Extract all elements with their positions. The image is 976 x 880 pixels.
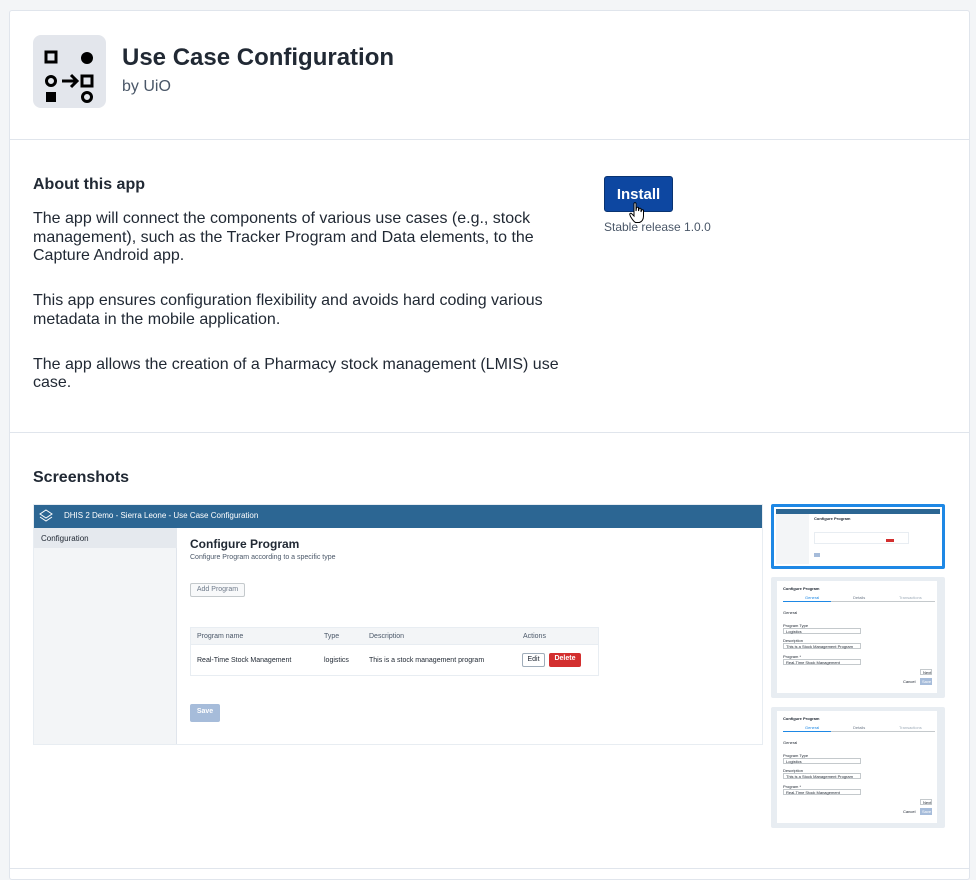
thumb-cancel: Cancel — [903, 809, 916, 814]
app-header: Use Case Configuration by UiO — [10, 11, 969, 140]
thumb-page: Configure Program General Details Transa… — [777, 711, 937, 823]
thumb-tab: Details — [853, 725, 866, 730]
thumb-save: Save — [920, 808, 932, 815]
thumb-next: Next — [920, 669, 932, 675]
cell-type: logistics — [324, 657, 349, 664]
app-description: The app will connect the components of v… — [33, 210, 573, 419]
column-header: Description — [369, 633, 405, 640]
column-header: Program name — [197, 633, 244, 640]
screenshot-thumbnail-1[interactable]: Configure Program — [771, 504, 945, 569]
description-paragraph: The app allows the creation of a Pharmac… — [33, 355, 559, 392]
screenshot-page-subtitle: Configure Program according to a specifi… — [190, 554, 336, 561]
thumb-tab: Transactions — [899, 725, 922, 730]
dhis2-logo-icon — [39, 509, 53, 522]
app-developer: by UiO — [122, 78, 171, 95]
column-header: Actions — [523, 633, 546, 640]
dhis-header-bar: DHIS 2 Demo - Sierra Leone - Use Case Co… — [34, 505, 762, 528]
screenshot-page-title: Configure Program — [190, 537, 300, 551]
table-header: Program name Type Description Actions — [191, 628, 598, 645]
thumb-tab-indicator — [783, 731, 831, 732]
thumb-select: Logistics — [783, 628, 861, 634]
edit-button: Edit — [522, 653, 545, 667]
thumb-tab-divider — [831, 731, 935, 732]
about-section: About this app The app will connect the … — [10, 140, 969, 433]
thumb-save — [814, 553, 820, 557]
screenshot-thumbnail-2[interactable]: Configure Program General Details Transa… — [771, 577, 945, 698]
thumb-tab: Transactions — [899, 595, 922, 600]
description-paragraph: The app will connect the components of v… — [33, 210, 534, 265]
main-screenshot[interactable]: DHIS 2 Demo - Sierra Leone - Use Case Co… — [33, 504, 763, 745]
thumb-page: Configure Program General Details Transa… — [777, 581, 937, 693]
thumb-input: This is a Stock Management Program — [783, 773, 861, 779]
add-program-button: Add Program — [190, 583, 245, 597]
delete-button: Delete — [549, 653, 581, 667]
app-details-card: Use Case Configuration by UiO About this… — [9, 10, 970, 880]
screenshot-thumbnail-3[interactable]: Configure Program General Details Transa… — [771, 707, 945, 828]
thumb-select: Real-Time Stock Management — [783, 659, 861, 665]
thumb-section: General — [783, 740, 798, 745]
thumb-tab-divider — [831, 601, 935, 602]
hand-cursor-icon — [629, 202, 644, 223]
thumb-select: Logistics — [783, 758, 861, 764]
thumb-tab: General — [805, 725, 820, 730]
about-heading: About this app — [33, 176, 145, 193]
thumb-delete — [886, 539, 894, 542]
thumb-input: This is a Stock Management Program — [783, 643, 861, 649]
thumb-save: Save — [920, 678, 932, 685]
thumb-table — [814, 532, 909, 544]
column-header: Type — [324, 633, 340, 640]
thumb-tab-indicator — [783, 601, 831, 602]
thumb-tab: General — [805, 595, 820, 600]
thumb-tab: Details — [853, 595, 866, 600]
dhis-header-title: DHIS 2 Demo - Sierra Leone - Use Case Co… — [64, 511, 259, 520]
cell-description: This is a stock management program — [369, 657, 485, 664]
thumb-title: Configure Program — [814, 516, 851, 521]
cell-program-name: Real-Time Stock Management — [197, 657, 292, 664]
screenshots-heading: Screenshots — [33, 469, 130, 486]
thumb-title: Configure Program — [783, 586, 820, 591]
thumb-select: Real-Time Stock Management — [783, 789, 861, 795]
sidebar-item-configuration: Configuration — [34, 528, 177, 548]
thumb-title: Configure Program — [783, 716, 820, 721]
thumb-section: General — [783, 610, 798, 615]
thumb-next: Next — [920, 799, 932, 805]
thumb-cancel: Cancel — [903, 679, 916, 684]
app-icon — [33, 35, 106, 108]
release-version: Stable release 1.0.0 — [604, 220, 711, 234]
save-button: Save — [190, 704, 220, 722]
thumb-sidebar — [776, 514, 809, 564]
description-paragraph: This app ensures configuration flexibili… — [33, 292, 543, 328]
app-title: Use Case Configuration — [122, 44, 395, 71]
screenshot-sidebar: Configuration — [34, 528, 177, 744]
screenshots-section: Screenshots DHIS 2 Demo - Sierra Leone -… — [10, 433, 969, 869]
program-table: Program name Type Description Actions Re… — [190, 627, 599, 676]
